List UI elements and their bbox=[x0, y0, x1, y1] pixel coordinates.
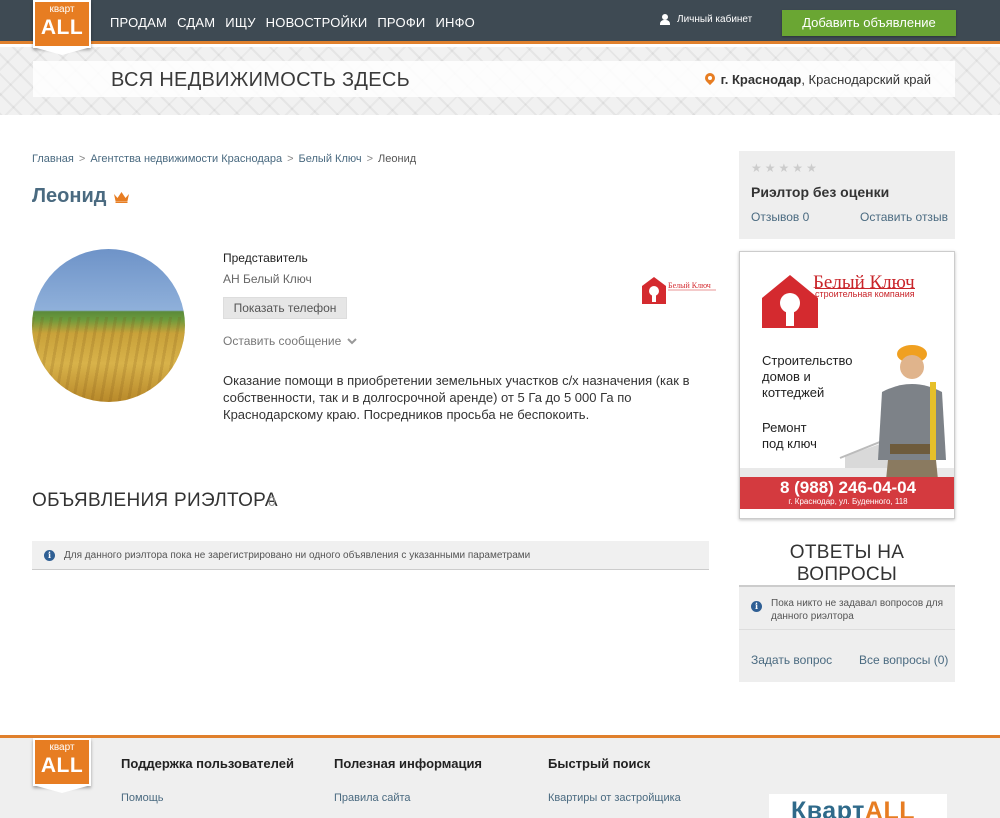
ad-subheadline: Ремонт под ключ bbox=[762, 420, 817, 452]
agency-logo[interactable]: Белый Ключ bbox=[640, 274, 718, 306]
ad-line-2: домов и bbox=[762, 369, 811, 384]
ask-question-link[interactable]: Задать вопрос bbox=[751, 653, 832, 667]
logo-small-text: кварт bbox=[49, 4, 75, 15]
nav-item-sell[interactable]: ПРОДАМ bbox=[110, 15, 167, 30]
footer-brand-text: КвартALL bbox=[791, 797, 915, 818]
rating-title: Риэлтор без оценки bbox=[751, 184, 890, 200]
breadcrumb-agency[interactable]: Белый Ключ bbox=[299, 153, 362, 165]
user-icon bbox=[660, 14, 670, 25]
footer-brand-part-a: Кварт bbox=[791, 797, 865, 818]
representative-label: Представитель bbox=[223, 251, 308, 265]
ad-brand-subtitle: строительная компания bbox=[815, 288, 915, 299]
listings-count: 0 bbox=[268, 493, 276, 509]
no-listings-text: Для данного риэлтора пока не зарегистрир… bbox=[64, 549, 531, 561]
location-pin-icon bbox=[705, 73, 715, 87]
location-region: , Краснодарский край bbox=[801, 72, 931, 87]
advertisement-banner[interactable]: Белый Ключ строительная компания Строите… bbox=[739, 251, 955, 519]
star-icon: ★ bbox=[778, 161, 790, 175]
agent-description: Оказание помощи в приобретении земельных… bbox=[223, 373, 690, 422]
footer-link-developer-apartments[interactable]: Квартиры от застройщика bbox=[548, 792, 681, 804]
star-icon: ★ bbox=[806, 161, 817, 175]
nav-item-search[interactable]: ИЩУ bbox=[225, 15, 255, 30]
leave-message-link[interactable]: Оставить сообщение bbox=[223, 334, 358, 348]
location-city: г. Краснодар bbox=[720, 72, 802, 87]
qa-panel: i Пока никто не задавал вопросов для дан… bbox=[739, 585, 955, 682]
footer-brand-part-b: ALL bbox=[864, 797, 915, 818]
nav-item-new-buildings[interactable]: НОВОСТРОЙКИ bbox=[266, 15, 368, 30]
breadcrumb-separator: > bbox=[78, 153, 86, 165]
ad-headline: Строительство домов и коттеджей bbox=[762, 353, 852, 401]
footer-logo[interactable]: кварт ALL bbox=[33, 738, 91, 793]
ad-line-1: Строительство bbox=[762, 353, 853, 368]
chevron-down-icon bbox=[347, 338, 358, 345]
ad-worker-illustration bbox=[878, 345, 946, 480]
nav-item-rent[interactable]: СДАМ bbox=[177, 15, 215, 30]
top-bar: кварт ALL ПРОДАМ СДАМ ИЩУ НОВОСТРОЙКИ ПР… bbox=[0, 0, 1000, 55]
cabinet-label: Личный кабинет bbox=[677, 14, 753, 25]
listings-section-title: ОБЪЯВЛЕНИЯ РИЭЛТОРА bbox=[32, 490, 278, 511]
reviews-count-link[interactable]: Отзывов 0 bbox=[751, 210, 809, 224]
ad-line-3: коттеджей bbox=[762, 385, 825, 400]
footer-col-support: Поддержка пользователей Помощь bbox=[121, 756, 294, 804]
show-phone-button[interactable]: Показать телефон bbox=[223, 297, 347, 319]
agency-name: АН Белый Ключ bbox=[223, 272, 312, 286]
info-icon: i bbox=[751, 601, 762, 612]
banner-title: ВСЯ НЕДВИЖИМОСТЬ ЗДЕСЬ bbox=[111, 69, 411, 91]
footer-link-rules[interactable]: Правила сайта bbox=[334, 792, 482, 804]
banner-strip: ВСЯ НЕДВИЖИМОСТЬ ЗДЕСЬ г. Краснодар, Кра… bbox=[33, 61, 955, 97]
breadcrumb-home[interactable]: Главная bbox=[32, 153, 74, 165]
avatar-field-texture bbox=[32, 317, 185, 402]
star-icon: ★ bbox=[792, 161, 804, 175]
footer-col-heading: Быстрый поиск bbox=[548, 756, 651, 771]
all-questions-link[interactable]: Все вопросы (0) bbox=[859, 653, 948, 667]
footer-col-heading: Поддержка пользователей bbox=[121, 756, 294, 771]
ad-phone: 8 (988) 246-04-04 bbox=[779, 478, 917, 497]
footer-col-quick-search: Быстрый поиск Квартиры от застройщика bbox=[548, 756, 681, 804]
breadcrumb: Главная > Агентства недвижимости Краснод… bbox=[32, 153, 416, 165]
info-icon: i bbox=[44, 549, 55, 561]
qa-section-title: ОТВЕТЫ НА ВОПРОСЫ bbox=[789, 542, 905, 585]
ad-line-4: Ремонт bbox=[762, 420, 807, 435]
qa-notice: i Пока никто не задавал вопросов для дан… bbox=[751, 597, 951, 623]
footer-col-heading: Полезная информация bbox=[334, 756, 483, 771]
breadcrumb-agencies[interactable]: Агентства недвижимости Краснодара bbox=[90, 153, 282, 165]
cabinet-link[interactable]: Личный кабинет bbox=[660, 14, 752, 25]
leave-message-label: Оставить сообщение bbox=[223, 334, 342, 348]
rating-stars: ★ ★ ★ ★ ★ bbox=[751, 162, 817, 174]
footer: кварт ALL Поддержка пользователей Помощь… bbox=[0, 735, 1000, 818]
footer-col-info: Полезная информация Правила сайта bbox=[334, 756, 482, 804]
location-selector[interactable]: г. Краснодар, Краснодарский край bbox=[705, 72, 931, 87]
logo-big-text: ALL bbox=[40, 754, 84, 777]
logo-small-text: кварт bbox=[49, 742, 75, 753]
breadcrumb-separator: > bbox=[366, 153, 374, 165]
logo-big-text: ALL bbox=[40, 16, 84, 39]
ad-line-5: под ключ bbox=[762, 436, 817, 451]
breadcrumb-current: Леонид bbox=[378, 153, 417, 165]
site-logo[interactable]: кварт ALL bbox=[33, 0, 91, 55]
star-icon: ★ bbox=[764, 161, 776, 175]
ad-phone-bar: 8 (988) 246-04-04 г. Краснодар, ул. Буде… bbox=[740, 477, 954, 509]
rating-panel: ★ ★ ★ ★ ★ Риэлтор без оценки Отзывов 0 О… bbox=[739, 151, 955, 239]
qa-divider bbox=[739, 629, 955, 630]
page-title: Леонид bbox=[32, 185, 107, 207]
add-listing-button[interactable]: Добавить объявление bbox=[782, 10, 956, 36]
agent-avatar bbox=[32, 249, 185, 402]
crown-icon bbox=[114, 192, 129, 203]
no-listings-notice: i Для данного риэлтора пока не зарегистр… bbox=[32, 541, 709, 570]
qa-notice-text: Пока никто не задавал вопросов для данно… bbox=[771, 598, 944, 622]
main-nav: ПРОДАМ СДАМ ИЩУ НОВОСТРОЙКИ ПРОФИ ИНФО bbox=[110, 0, 475, 44]
breadcrumb-separator: > bbox=[287, 153, 294, 165]
ad-address: г. Краснодар, ул. Буденного, 118 bbox=[788, 497, 908, 506]
hero-banner: ВСЯ НЕДВИЖИМОСТЬ ЗДЕСЬ г. Краснодар, Кра… bbox=[0, 47, 1000, 115]
leave-review-link[interactable]: Оставить отзыв bbox=[860, 210, 948, 224]
footer-brand-banner[interactable]: КвартALL bbox=[769, 794, 947, 818]
star-icon: ★ bbox=[751, 161, 762, 175]
svg-text:Белый Ключ: Белый Ключ bbox=[668, 281, 711, 290]
nav-item-pro[interactable]: ПРОФИ bbox=[377, 15, 425, 30]
footer-link-help[interactable]: Помощь bbox=[121, 792, 294, 804]
nav-item-info[interactable]: ИНФО bbox=[435, 15, 475, 30]
